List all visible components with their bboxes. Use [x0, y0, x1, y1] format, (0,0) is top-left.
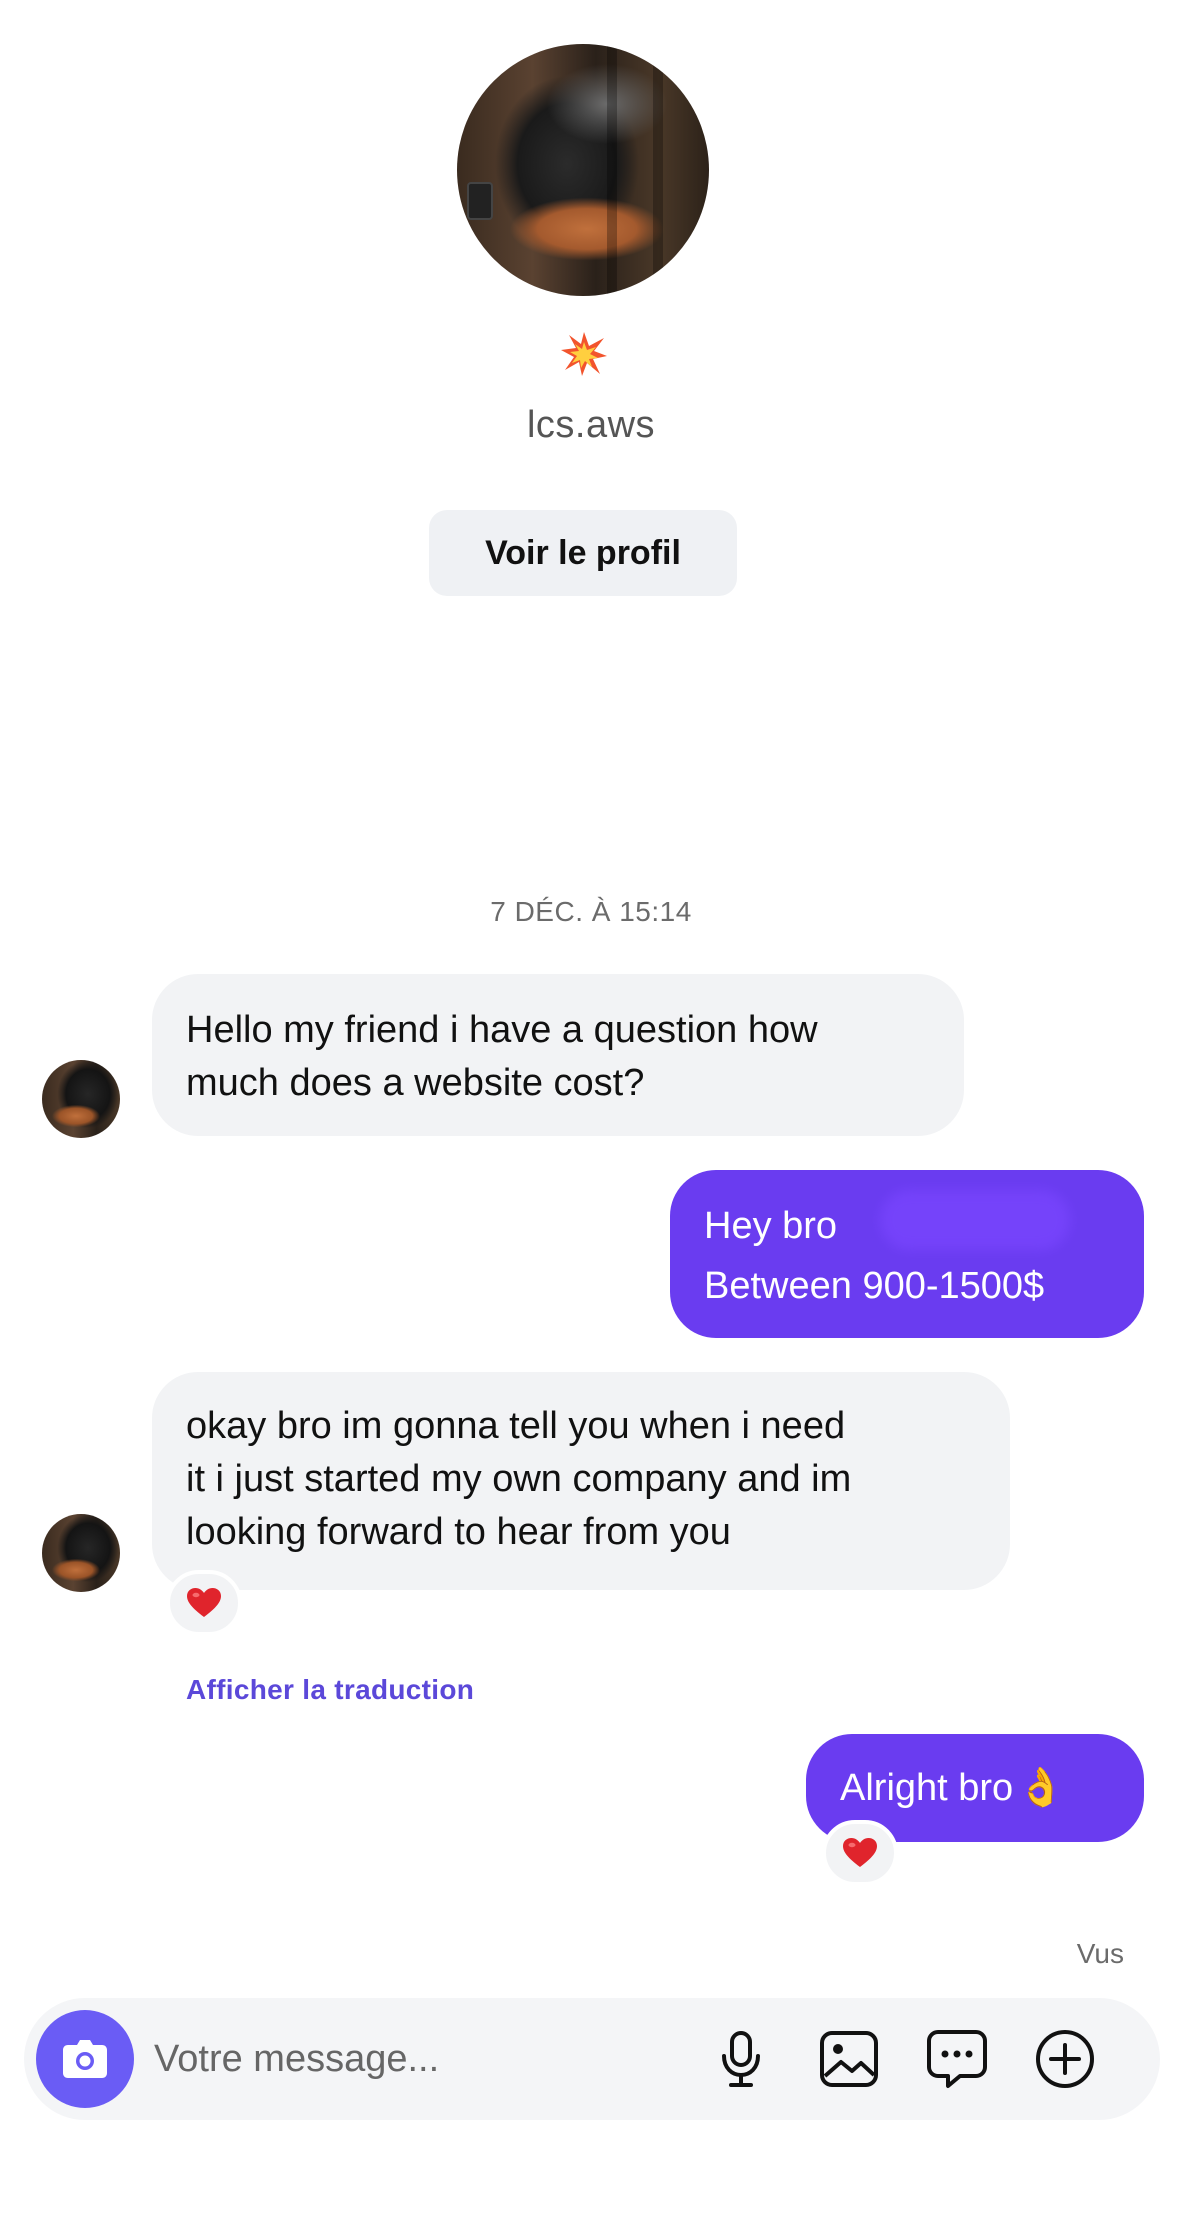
plus-icon: [1036, 2030, 1094, 2088]
message-line: looking forward to hear from you: [186, 1511, 731, 1553]
message-line: Hello my friend i have a question how: [186, 1009, 818, 1051]
camera-button[interactable]: [36, 2010, 134, 2108]
heart-icon: [843, 1838, 877, 1867]
incoming-message-bubble[interactable]: okay bro im gonna tell you when i need i…: [152, 1372, 1010, 1590]
message-line: Hey bro: [704, 1205, 838, 1247]
view-profile-button[interactable]: Voir le profil: [429, 510, 737, 596]
camera-icon: [63, 2040, 107, 2078]
profile-username: lcs.aws: [526, 404, 656, 446]
microphone-icon: [722, 2031, 760, 2087]
sender-avatar[interactable]: [42, 1514, 120, 1592]
collision-emoji-icon: [561, 332, 607, 376]
seen-status: Vus: [1076, 1938, 1124, 1969]
message-line: it i just started my own company and im: [186, 1458, 852, 1500]
conversation-timestamp: 7 DÉC. À 15:14: [490, 896, 692, 927]
gallery-button[interactable]: [818, 2028, 880, 2090]
image-icon: [820, 2031, 878, 2087]
message-reaction[interactable]: [166, 1570, 242, 1636]
message-line: Between 900-1500$: [704, 1265, 1045, 1307]
show-translation-link[interactable]: Afficher la traduction: [186, 1674, 474, 1706]
message-composer: [24, 1998, 1160, 2120]
ok-hand-emoji: 👌: [1017, 1766, 1065, 1809]
message-input[interactable]: [154, 2024, 674, 2094]
sticker-icon: [927, 2030, 987, 2088]
message-text: Alright bro: [840, 1766, 1014, 1809]
message-line: okay bro im gonna tell you when i need: [186, 1405, 846, 1447]
microphone-button[interactable]: [710, 2028, 772, 2090]
more-options-button[interactable]: [1034, 2028, 1096, 2090]
outgoing-message-bubble[interactable]: Hey bro Between 900-1500$: [670, 1170, 1144, 1338]
profile-avatar[interactable]: [457, 44, 709, 296]
sticker-button[interactable]: [926, 2028, 988, 2090]
sender-avatar[interactable]: [42, 1060, 120, 1138]
heart-icon: [187, 1588, 221, 1617]
message-reaction[interactable]: [822, 1820, 898, 1886]
phone-in-photo: [467, 182, 493, 220]
incoming-message-bubble[interactable]: Hello my friend i have a question how mu…: [152, 974, 964, 1136]
message-line: much does a website cost?: [186, 1062, 645, 1104]
